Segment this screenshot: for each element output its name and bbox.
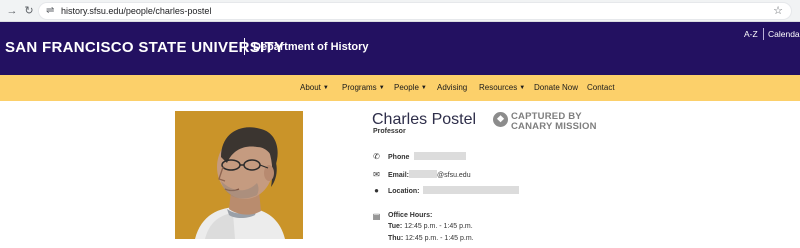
office-hours-time: 12:45 p.m. - 1:45 p.m. — [405, 235, 474, 242]
calendar-link[interactable]: Calendar — [768, 29, 800, 39]
office-hours-label: Office Hours: — [388, 212, 433, 219]
a-z-link[interactable]: A-Z — [744, 29, 758, 39]
address-bar[interactable]: ⇌ history.sfsu.edu/people/charles-postel… — [38, 2, 792, 20]
office-hours-row: Tue: 12:45 p.m. - 1:45 p.m. — [388, 223, 473, 230]
header-divider — [244, 38, 245, 55]
caret-down-icon: ▼ — [322, 85, 329, 91]
star-icon[interactable]: ☆ — [773, 3, 783, 19]
mail-icon: ✉ — [373, 170, 380, 179]
location-pin-icon: ● — [374, 186, 379, 195]
redacted-location — [423, 186, 520, 194]
person-name: Charles Postel — [372, 111, 477, 128]
email-row: Email: @sfsu.edu — [388, 170, 471, 179]
nav-item-advising[interactable]: Advising — [437, 75, 467, 101]
nav-item-donate-now[interactable]: Donate Now — [534, 75, 578, 101]
nav-item-label: People — [394, 83, 419, 92]
caret-down-icon: ▼ — [519, 85, 526, 91]
phone-row: Phone — [388, 152, 467, 161]
profile-photo — [175, 111, 303, 239]
email-domain[interactable]: @sfsu.edu — [437, 172, 471, 179]
university-name[interactable]: SAN FRANCISCO STATE UNIVERSITY — [5, 39, 284, 56]
location-row: Location: — [388, 186, 520, 195]
reload-icon[interactable]: ↻ — [21, 3, 37, 19]
office-hours-heading: Office Hours: — [388, 212, 432, 219]
caret-down-icon: ▼ — [378, 85, 385, 91]
redacted-phone — [414, 152, 467, 160]
office-hours-day: Tue: — [388, 223, 403, 230]
location-label: Location: — [388, 188, 420, 195]
portrait-image — [175, 111, 303, 239]
calendar-icon: ▤ — [372, 212, 381, 221]
nav-item-about[interactable]: About ▼ — [300, 75, 329, 101]
canary-badge[interactable]: CAPTURED BY CANARY MISSION — [511, 112, 597, 132]
browser-toolbar: → ↻ ⇌ history.sfsu.edu/people/charles-po… — [0, 0, 800, 22]
redacted-email-user — [409, 170, 438, 178]
nav-item-label: About — [300, 83, 321, 92]
arrow-back-icon[interactable]: → — [4, 3, 20, 19]
nav-item-resources[interactable]: Resources ▼ — [479, 75, 525, 101]
url-text[interactable]: history.sfsu.edu/people/charles-postel — [61, 3, 211, 19]
site-info-icon[interactable]: ⇌ — [46, 3, 54, 19]
nav-item-contact[interactable]: Contact — [587, 75, 615, 101]
office-hours-row: Thu: 12:45 p.m. - 1:45 p.m. — [388, 235, 474, 242]
nav-item-people[interactable]: People ▼ — [394, 75, 427, 101]
nav-item-label: Programs — [342, 83, 377, 92]
canary-badge-line2: CANARY MISSION — [511, 121, 597, 132]
nav-item-label: Resources — [479, 83, 518, 92]
main-nav: About ▼ Programs ▼ People ▼ Advising Resour… — [0, 75, 800, 101]
office-hours-time: 12:45 p.m. - 1:45 p.m. — [404, 223, 473, 230]
site-header: SAN FRANCISCO STATE UNIVERSITY Departmen… — [0, 22, 800, 75]
canary-badge-icon: ❖ — [493, 112, 508, 127]
department-name[interactable]: Department of History — [253, 41, 369, 53]
email-label: Email: — [388, 172, 410, 179]
caret-down-icon: ▼ — [420, 85, 427, 91]
phone-label: Phone — [388, 154, 410, 161]
office-hours-day: Thu: — [388, 235, 404, 242]
person-title: Professor — [373, 128, 406, 135]
utility-divider — [763, 28, 764, 40]
nav-item-programs[interactable]: Programs ▼ — [342, 75, 385, 101]
phone-icon: ✆ — [373, 152, 380, 161]
